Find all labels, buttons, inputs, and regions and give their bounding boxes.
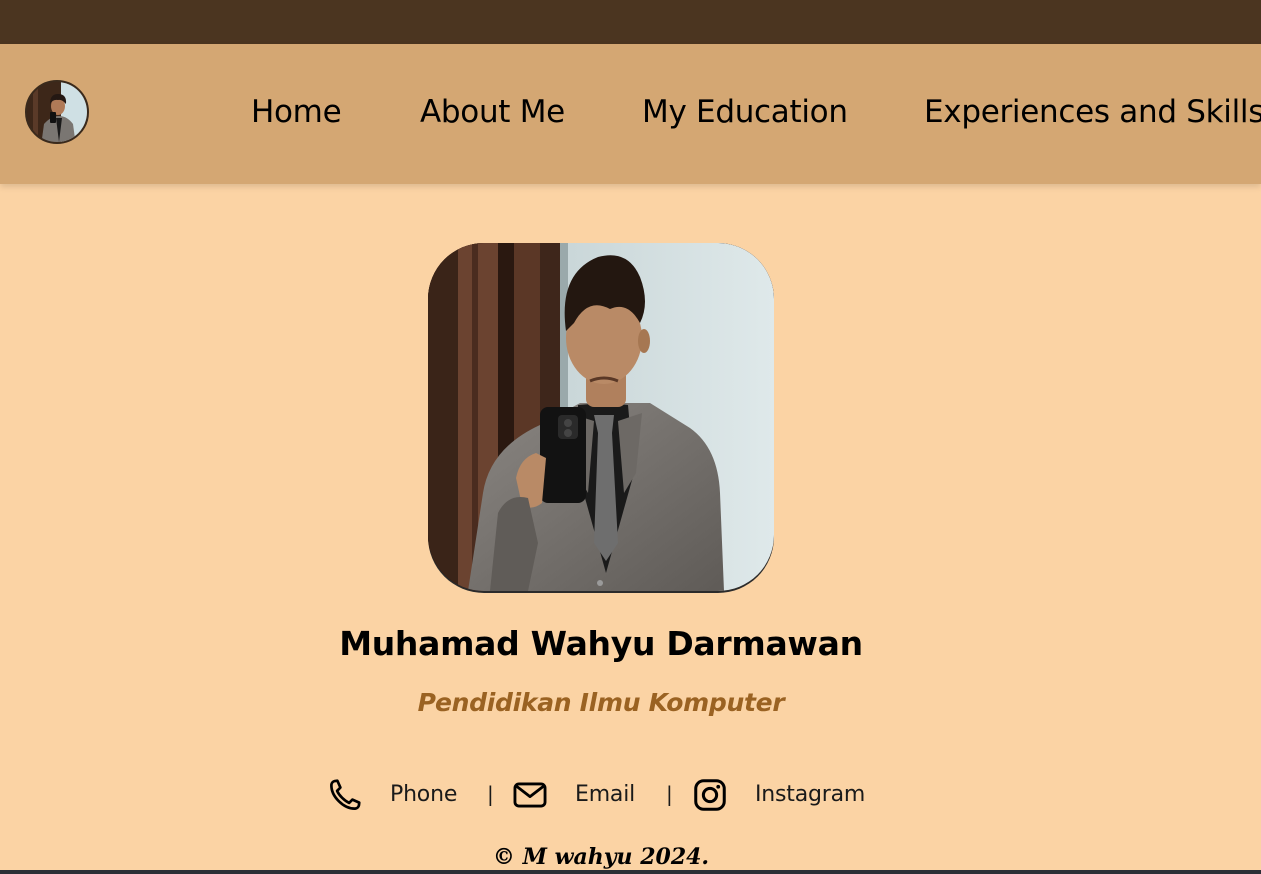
profile-photo-image — [428, 243, 774, 591]
profile-name: Muhamad Wahyu Darmawan — [339, 624, 863, 663]
nav-link-experiences-and-skills[interactable]: Experiences and Skills — [924, 94, 1261, 130]
avatar[interactable] — [25, 80, 89, 144]
phone-icon[interactable] — [326, 776, 364, 814]
top-bar — [0, 0, 1261, 44]
mail-icon[interactable] — [511, 776, 549, 814]
separator: | — [487, 782, 494, 806]
avatar-image — [27, 82, 87, 142]
phone-link[interactable]: Phone — [390, 781, 457, 809]
instagram-icon[interactable] — [691, 776, 729, 814]
nav-link-my-education[interactable]: My Education — [642, 94, 848, 130]
nav-link-home[interactable]: Home — [251, 94, 342, 130]
bottom-edge — [0, 870, 1261, 874]
profile-subtitle: Pendidikan Ilmu Komputer — [417, 688, 785, 717]
navbar: Home About Me My Education Experiences a… — [0, 44, 1261, 184]
profile-photo — [428, 243, 774, 591]
instagram-link[interactable]: Instagram — [755, 781, 865, 809]
footer-copyright: © M wahyu 2024. — [492, 844, 710, 870]
separator: | — [666, 782, 673, 806]
email-link[interactable]: Email — [575, 781, 635, 809]
nav-link-about-me[interactable]: About Me — [420, 94, 565, 130]
